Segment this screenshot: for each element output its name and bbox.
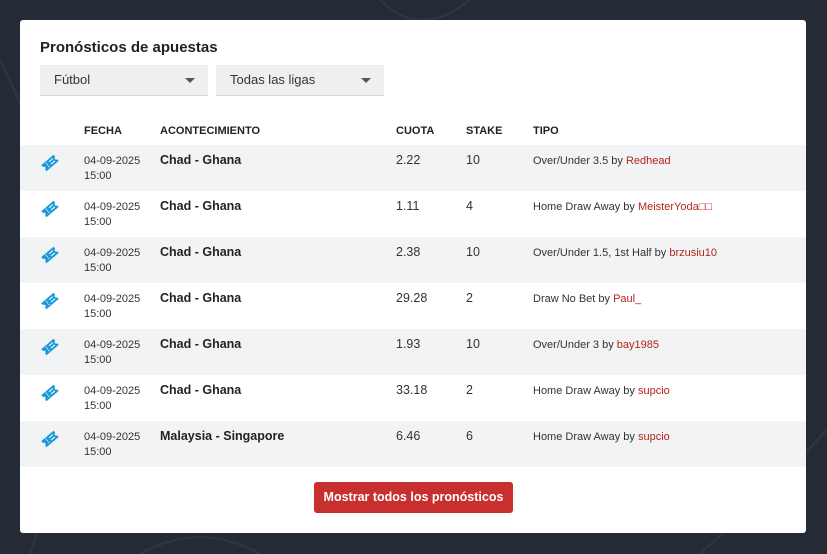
row-datetime: 04-09-2025 15:00 xyxy=(84,154,140,184)
row-time: 15:00 xyxy=(84,262,112,274)
row-date: 04-09-2025 xyxy=(84,431,141,443)
header-type: TIPO xyxy=(533,125,559,137)
row-event: Chad - Ghana xyxy=(160,291,242,305)
row-type: Home Draw Away by supcio xyxy=(533,385,670,397)
table-header: FECHA ACONTECIMIENTO CUOTA STAKE TIPO xyxy=(20,125,806,143)
row-date: 04-09-2025 xyxy=(84,155,141,167)
row-datetime: 04-09-2025 15:00 xyxy=(84,338,140,368)
row-type: Home Draw Away by MeisterYoda□□ xyxy=(533,201,712,213)
table-row: 04-09-2025 15:00 Chad - Ghana 2.22 10 Over/Un… xyxy=(20,145,806,191)
row-stake: 10 xyxy=(466,245,480,259)
row-type-label: Over/Under 1.5, 1st Half by xyxy=(533,247,670,259)
row-odds: 29.28 xyxy=(396,291,428,305)
show-all-predictions-button[interactable]: Mostrar todos los pronósticos xyxy=(314,482,513,513)
row-time: 15:00 xyxy=(84,170,112,182)
ticket-icon[interactable] xyxy=(40,245,60,265)
row-stake: 2 xyxy=(466,291,473,305)
chevron-down-icon xyxy=(185,78,195,83)
row-odds: 1.93 xyxy=(396,337,421,351)
row-type: Home Draw Away by supcio xyxy=(533,431,670,443)
table-row: 04-09-2025 15:00 Chad - Ghana 1.11 4 Home Dra… xyxy=(20,191,806,237)
row-type: Draw No Bet by Paul_ xyxy=(533,293,641,305)
row-event: Chad - Ghana xyxy=(160,199,242,213)
row-type-label: Over/Under 3 by xyxy=(533,339,617,351)
predictions-widget: Pronósticos de apuestas Fútbol Todas las… xyxy=(20,20,806,533)
ticket-icon[interactable] xyxy=(40,429,60,449)
row-event: Malaysia - Singapore xyxy=(160,429,285,443)
row-datetime: 04-09-2025 15:00 xyxy=(84,384,140,414)
widget-title: Pronósticos de apuestas xyxy=(40,39,218,56)
row-event: Chad - Ghana xyxy=(160,245,242,259)
row-type: Over/Under 3.5 by Redhead xyxy=(533,155,671,167)
row-odds: 33.18 xyxy=(396,383,428,397)
ticket-icon[interactable] xyxy=(40,383,60,403)
row-odds: 6.46 xyxy=(396,429,421,443)
table-row: 04-09-2025 15:00 Chad - Ghana 29.28 2 Draw No… xyxy=(20,283,806,329)
row-datetime: 04-09-2025 15:00 xyxy=(84,430,140,460)
header-date: FECHA xyxy=(84,125,122,137)
row-type-label: Over/Under 3.5 by xyxy=(533,155,626,167)
row-type: Over/Under 1.5, 1st Half by brzusiu10 xyxy=(533,247,717,259)
header-odds: CUOTA xyxy=(396,125,435,137)
row-datetime: 04-09-2025 15:00 xyxy=(84,246,140,276)
row-date: 04-09-2025 xyxy=(84,339,141,351)
sport-select-value: Fútbol xyxy=(54,72,91,87)
row-date: 04-09-2025 xyxy=(84,385,141,397)
row-date: 04-09-2025 xyxy=(84,201,141,213)
ticket-icon[interactable] xyxy=(40,291,60,311)
header-event: ACONTECIMIENTO xyxy=(160,125,261,137)
row-time: 15:00 xyxy=(84,308,112,320)
row-datetime: 04-09-2025 15:00 xyxy=(84,200,140,230)
table-row: 04-09-2025 15:00 Chad - Ghana 33.18 2 Home Dr… xyxy=(20,375,806,421)
row-time: 15:00 xyxy=(84,400,112,412)
row-event: Chad - Ghana xyxy=(160,153,242,167)
row-stake: 10 xyxy=(466,337,480,351)
row-type-label: Home Draw Away by xyxy=(533,201,638,213)
row-tipster-link[interactable]: bay1985 xyxy=(617,339,659,351)
row-event: Chad - Ghana xyxy=(160,337,242,351)
league-select[interactable]: Todas las ligas xyxy=(216,65,384,96)
header-stake: STAKE xyxy=(466,125,503,137)
row-datetime: 04-09-2025 15:00 xyxy=(84,292,140,322)
row-tipster-link[interactable]: Redhead xyxy=(626,155,671,167)
row-tipster-link[interactable]: brzusiu10 xyxy=(669,247,717,259)
row-stake: 10 xyxy=(466,153,480,167)
row-event: Chad - Ghana xyxy=(160,383,242,397)
league-select-value: Todas las ligas xyxy=(230,72,316,87)
ticket-icon[interactable] xyxy=(40,153,60,173)
sport-select[interactable]: Fútbol xyxy=(40,65,208,96)
row-odds: 2.22 xyxy=(396,153,421,167)
row-tipster-link[interactable]: supcio xyxy=(638,385,670,397)
table-row: 04-09-2025 15:00 Chad - Ghana 2.38 10 Over/Un… xyxy=(20,237,806,283)
row-time: 15:00 xyxy=(84,446,112,458)
row-tipster-link[interactable]: MeisterYoda□□ xyxy=(638,201,712,213)
row-type-label: Home Draw Away by xyxy=(533,431,638,443)
row-type-label: Draw No Bet by xyxy=(533,293,614,305)
table-row: 04-09-2025 15:00 Chad - Ghana 1.93 10 Over/Un… xyxy=(20,329,806,375)
row-odds: 2.38 xyxy=(396,245,421,259)
row-stake: 6 xyxy=(466,429,473,443)
ticket-icon[interactable] xyxy=(40,337,60,357)
row-date: 04-09-2025 xyxy=(84,293,141,305)
row-type-label: Home Draw Away by xyxy=(533,385,638,397)
row-date: 04-09-2025 xyxy=(84,247,141,259)
ticket-icon[interactable] xyxy=(40,199,60,219)
row-tipster-link[interactable]: Paul_ xyxy=(613,293,641,305)
row-stake: 2 xyxy=(466,383,473,397)
table-row: 04-09-2025 15:00 Malaysia - Singapore 6.46 6… xyxy=(20,421,806,467)
row-odds: 1.11 xyxy=(396,199,420,213)
row-stake: 4 xyxy=(466,199,473,213)
chevron-down-icon xyxy=(361,78,371,83)
row-tipster-link[interactable]: supcio xyxy=(638,431,670,443)
row-time: 15:00 xyxy=(84,354,112,366)
row-time: 15:00 xyxy=(84,216,112,228)
row-type: Over/Under 3 by bay1985 xyxy=(533,339,659,351)
